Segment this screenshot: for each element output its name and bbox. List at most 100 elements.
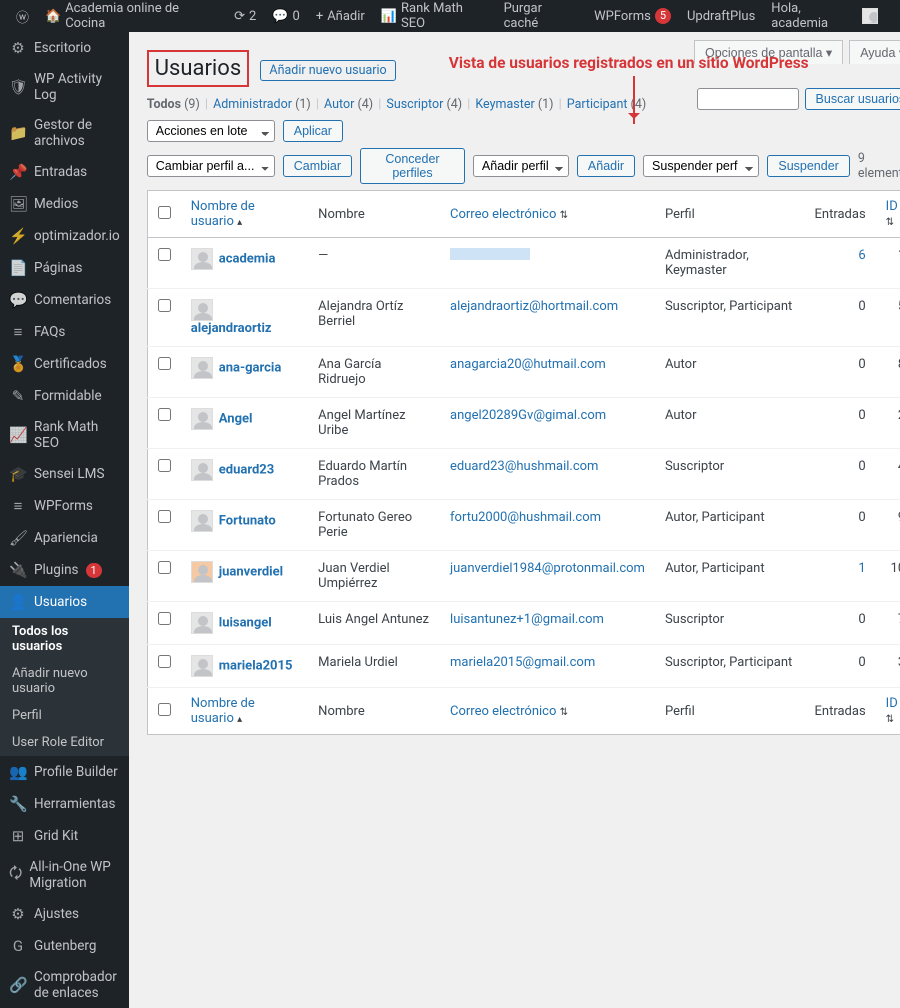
sidebar-item-faqs[interactable]: ≡FAQs <box>0 316 129 348</box>
add-user-button[interactable]: Añadir nuevo usuario <box>260 60 395 81</box>
sidebar-item-ajustes[interactable]: ⚙Ajustes <box>0 898 129 930</box>
col-username-foot[interactable]: Nombre de usuario ▴ <box>181 688 308 735</box>
sidebar-item-rank-math-seo[interactable]: 📈Rank Math SEO <box>0 412 129 458</box>
sidebar-item-wp-activity-log[interactable]: 🛡WP Activity Log <box>0 64 129 110</box>
posts-link[interactable]: 1 <box>858 561 865 576</box>
wpforms[interactable]: WPForms 5 <box>586 0 679 32</box>
submenu-item[interactable]: Todos los usuarios <box>0 618 129 660</box>
add-button[interactable]: Añadir <box>577 155 635 177</box>
username-link[interactable]: mariela2015 <box>219 658 293 673</box>
sidebar-item-escritorio[interactable]: ⚙Escritorio <box>0 32 129 64</box>
row-checkbox[interactable] <box>158 408 171 421</box>
row-checkbox[interactable] <box>158 510 171 523</box>
help-button[interactable]: Ayuda ▾ <box>849 40 900 64</box>
revoke-role-select[interactable]: Suspender perfil... <box>643 155 759 177</box>
filter-admin[interactable]: Administrador <box>213 97 292 112</box>
sidebar-item-p-ginas[interactable]: 📄Páginas <box>0 252 129 284</box>
sidebar-item-usuarios[interactable]: 👤Usuarios <box>0 586 129 618</box>
filter-participant[interactable]: Participant <box>567 97 628 112</box>
username-link[interactable]: Fortunato <box>219 513 276 528</box>
col-id[interactable]: ID ⇅ <box>876 191 900 238</box>
col-id-foot[interactable]: ID ⇅ <box>876 688 900 735</box>
submenu-item[interactable]: Añadir nuevo usuario <box>0 660 129 702</box>
posts-link[interactable]: 6 <box>858 248 865 263</box>
updraft[interactable]: UpdraftPlus <box>679 0 763 32</box>
menu-label: WP Activity Log <box>34 71 120 103</box>
username-link[interactable]: alejandraortiz <box>191 321 272 336</box>
sidebar-item-apariencia[interactable]: 🖌Apariencia <box>0 522 129 554</box>
username-link[interactable]: ana-garcia <box>219 360 282 375</box>
col-username[interactable]: Nombre de usuario ▴ <box>181 191 308 238</box>
select-all-checkbox[interactable] <box>158 206 171 219</box>
howdy-account[interactable]: Hola, academia <box>763 0 892 32</box>
filter-all[interactable]: Todos <box>147 97 181 112</box>
menu-icon: 🏅 <box>9 355 27 373</box>
sidebar-item-wpforms[interactable]: ≡WPForms <box>0 490 129 522</box>
username-link[interactable]: eduard23 <box>219 462 274 477</box>
email-link[interactable]: eduard23@hushmail.com <box>450 459 598 474</box>
email-link[interactable]: fortu2000@hushmail.com <box>450 510 601 525</box>
sidebar-item-sensei-lms[interactable]: 🎓Sensei LMS <box>0 458 129 490</box>
email-link[interactable]: anagarcia20@hutmail.com <box>450 357 606 372</box>
row-checkbox[interactable] <box>158 561 171 574</box>
bulk-actions-select[interactable]: Acciones en lote <box>147 120 275 142</box>
sidebar-item-all-in-one-wp-migration[interactable]: 🗘All-in-One WP Migration <box>0 852 129 898</box>
site-name[interactable]: 🏠 Academia online de Cocina <box>37 0 226 32</box>
row-checkbox[interactable] <box>158 248 171 261</box>
change-button[interactable]: Cambiar <box>283 155 352 177</box>
sidebar-item-comentarios[interactable]: 💬Comentarios <box>0 284 129 316</box>
col-email-foot[interactable]: Correo electrónico ⇅ <box>440 688 655 735</box>
updates[interactable]: ⟳ 2 <box>226 0 264 32</box>
username-link[interactable]: juanverdiel <box>219 564 283 579</box>
email-link[interactable]: mariela2015@gmail.com <box>450 655 595 670</box>
filter-keymaster[interactable]: Keymaster <box>475 97 534 112</box>
menu-label: Rank Math SEO <box>34 419 120 451</box>
row-checkbox[interactable] <box>158 299 171 312</box>
sidebar-item-comprobador-de-enlaces[interactable]: 🔗Comprobador de enlaces <box>0 962 129 1008</box>
row-checkbox[interactable] <box>158 612 171 625</box>
menu-icon: ⚙ <box>9 905 27 923</box>
submenu-item[interactable]: User Role Editor <box>0 729 129 756</box>
role-cell: Autor <box>655 347 805 398</box>
menu-label: Certificados <box>34 356 107 372</box>
email-link[interactable]: alejandraortiz@hortmail.com <box>450 299 618 314</box>
filter-author[interactable]: Autor <box>324 97 354 112</box>
sidebar-item-certificados[interactable]: 🏅 Certificados <box>0 348 129 380</box>
username-link[interactable]: academia <box>219 251 276 266</box>
row-checkbox[interactable] <box>158 357 171 370</box>
grant-roles-button[interactable]: Conceder perfiles <box>360 148 465 184</box>
email-link[interactable]: juanverdiel1984@protonmail.com <box>450 561 645 576</box>
sidebar-item-entradas[interactable]: 📌Entradas <box>0 156 129 188</box>
col-email[interactable]: Correo electrónico ⇅ <box>440 191 655 238</box>
sidebar-item-formidable[interactable]: ✎Formidable <box>0 380 129 412</box>
sidebar-item-grid-kit[interactable]: ⊞Grid Kit <box>0 820 129 852</box>
search-input[interactable] <box>697 88 799 110</box>
sidebar-item-medios[interactable]: 🖼Medios <box>0 188 129 220</box>
search-users-button[interactable]: Buscar usuarios <box>805 88 900 110</box>
username-link[interactable]: Angel <box>219 411 253 426</box>
sidebar-item-profile-builder[interactable]: 👥Profile Builder <box>0 756 129 788</box>
sidebar-item-herramientas[interactable]: 🔧Herramientas <box>0 788 129 820</box>
filter-subscriber[interactable]: Suscriptor <box>386 97 443 112</box>
username-link[interactable]: luisangel <box>219 615 272 630</box>
sidebar-item-gutenberg[interactable]: GGutenberg <box>0 930 129 962</box>
email-link[interactable]: angel20289Gv@gimal.com <box>450 408 606 423</box>
revoke-button[interactable]: Suspender <box>767 155 849 177</box>
add-role-select[interactable]: Añadir perfil... <box>473 155 569 177</box>
email-link[interactable]: luisantunez+1@gmail.com <box>450 612 604 627</box>
submenu-item[interactable]: Perfil <box>0 702 129 729</box>
sidebar-item-optimizador-io[interactable]: ⚡optimizador.io <box>0 220 129 252</box>
row-checkbox[interactable] <box>158 655 171 668</box>
wp-logo-icon[interactable]: ⓦ <box>8 0 37 32</box>
row-checkbox[interactable] <box>158 459 171 472</box>
avatar <box>191 299 213 321</box>
change-role-select[interactable]: Cambiar perfil a... <box>147 155 275 177</box>
rank-math[interactable]: 📊 Rank Math SEO <box>373 0 496 32</box>
apply-button[interactable]: Aplicar <box>283 120 343 142</box>
purge-cache[interactable]: Purgar caché <box>496 0 587 32</box>
select-all-checkbox-foot[interactable] <box>158 703 171 716</box>
sidebar-item-gestor-de-archivos[interactable]: 📁Gestor de archivos <box>0 110 129 156</box>
add-new[interactable]: + Añadir <box>308 0 373 32</box>
sidebar-item-plugins[interactable]: 🔌Plugins1 <box>0 554 129 586</box>
comments[interactable]: 💬 0 <box>264 0 308 32</box>
